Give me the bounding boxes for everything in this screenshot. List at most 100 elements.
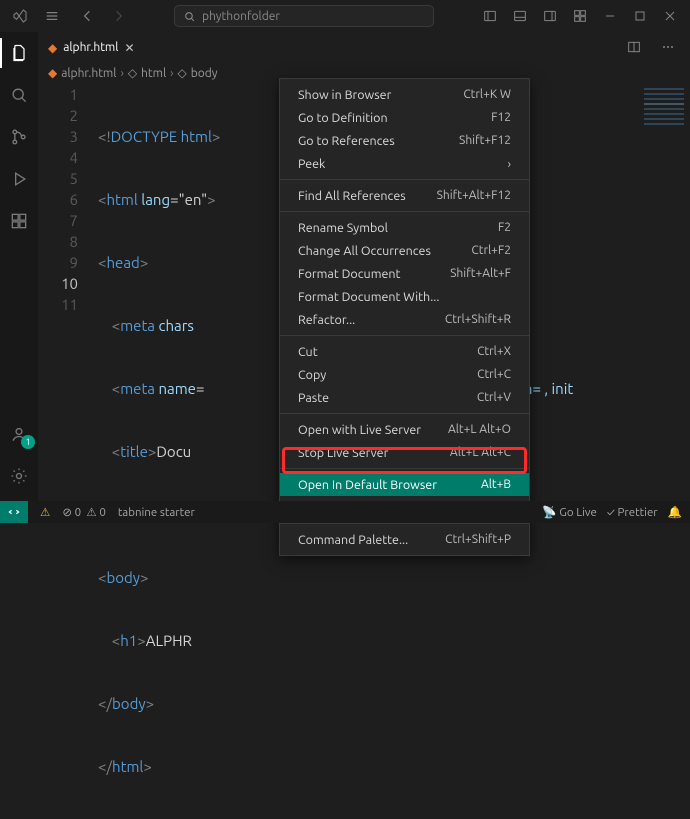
menu-item-shortcut: Ctrl+Shift+R [445,313,511,326]
menu-item[interactable]: Stop Live Server Alt+L Alt+C [280,441,529,464]
tab-bar: ◆ alphr.html ✕ [0,32,690,62]
breadcrumb-file: alphr.html [61,67,116,80]
nav-forward-icon[interactable] [104,2,132,30]
menu-item-label: Open with Live Server [298,423,421,437]
menu-item-label: Rename Symbol [298,221,388,235]
toggle-panel-right-icon[interactable] [536,2,564,30]
menu-item[interactable]: Format Document Shift+Alt+F [280,262,529,285]
menu-item-shortcut: Alt+L Alt+O [448,423,511,436]
menu-item-label: Stop Live Server [298,446,388,460]
menu-item[interactable]: Cut Ctrl+X [280,340,529,363]
command-center[interactable]: phythonfolder [132,5,476,27]
vscode-logo [6,2,34,30]
menu-item[interactable]: Go to References Shift+F12 [280,129,529,152]
line-number-gutter: 1234567891011 [38,84,94,315]
menu-item-shortcut: Ctrl+F2 [471,244,511,257]
nav-controls [74,2,132,30]
menu-item[interactable]: Paste Ctrl+V [280,386,529,409]
menu-item-label: Find All References [298,189,406,203]
window-close-icon[interactable] [656,2,684,30]
split-editor-icon[interactable] [620,33,648,61]
chevron-right-icon: › [120,67,123,80]
menu-item[interactable]: Open with Live Server Alt+L Alt+O [280,418,529,441]
titlebar-left [6,2,66,30]
menu-item[interactable]: Format Document With... [280,285,529,308]
menu-item-shortcut: F12 [491,111,511,124]
search-icon[interactable] [0,76,38,114]
menu-item-label: Command Palette... [298,533,408,547]
menu-item-shortcut: Ctrl+C [477,368,511,381]
menu-item[interactable]: Command Palette... Ctrl+Shift+P [280,528,529,551]
menu-item-shortcut: Shift+Alt+F12 [437,189,511,202]
warning-icon[interactable]: ⚠ [40,505,50,519]
menu-item-shortcut: Ctrl+V [477,391,511,404]
context-menu: Show in Browser Ctrl+K W Go to Definition F… [279,78,530,556]
menu-item[interactable]: Copy Ctrl+C [280,363,529,386]
menu-item[interactable]: Go to Definition F12 [280,106,529,129]
search-icon [183,10,196,23]
explorer-icon[interactable] [0,34,38,72]
notifications-icon[interactable]: 🔔 [668,505,682,519]
menu-item-shortcut: Ctrl+K W [463,88,511,101]
hamburger-menu-icon[interactable] [38,2,66,30]
window-minimize-icon[interactable] [596,2,624,30]
menu-item-label: Peek [298,157,325,171]
title-bar: phythonfolder [0,0,690,32]
menu-item-shortcut: Alt+L Alt+C [450,446,511,459]
breadcrumb-node: body [191,67,218,80]
remote-indicator[interactable] [0,501,28,523]
menu-item[interactable]: Open In Default Browser Alt+B [280,473,529,496]
nav-back-icon[interactable] [74,2,102,30]
menu-item-label: Refactor... [298,313,355,327]
menu-item-shortcut: Alt+B [481,478,511,491]
account-badge: 1 [21,435,35,449]
toggle-panel-bottom-icon[interactable] [506,2,534,30]
menu-item-label: Open In Default Browser [298,478,437,492]
html-file-icon: ◆ [48,41,57,55]
settings-gear-icon[interactable] [0,457,38,495]
problems-counter[interactable]: ⊘ 0 ⚠ 0 [62,505,106,519]
go-live-button[interactable]: 📡 Go Live [542,505,597,519]
menu-item-shortcut: Shift+Alt+F [450,267,511,280]
menu-item[interactable]: Show in Browser Ctrl+K W [280,83,529,106]
tab-close-icon[interactable]: ✕ [124,41,134,55]
menu-item-label: Go to Definition [298,111,388,125]
menu-item[interactable]: Find All References Shift+Alt+F12 [280,184,529,207]
menu-item-label: Change All Occurrences [298,244,431,258]
menu-item-label: Cut [298,345,318,359]
activity-bar: 1 [0,32,38,501]
prettier-status[interactable]: ✓ Prettier [607,506,658,519]
menu-item-shortcut: Ctrl+Shift+P [445,533,511,546]
chevron-right-icon: › [507,157,511,171]
menu-item-label: Format Document [298,267,400,281]
html-file-icon: ◆ [48,66,57,80]
menu-item-label: Copy [298,368,326,382]
extensions-icon[interactable] [0,202,38,240]
menu-item-label: Format Document With... [298,290,439,304]
window-maximize-icon[interactable] [626,2,654,30]
source-control-icon[interactable] [0,118,38,156]
menu-item-label: Show in Browser [298,88,391,102]
toggle-panel-left-icon[interactable] [476,2,504,30]
menu-item-shortcut: Shift+F12 [459,134,511,147]
account-icon[interactable]: 1 [0,415,38,453]
menu-item-label: Paste [298,391,329,405]
chevron-right-icon: › [170,67,173,80]
tab-label: alphr.html [63,41,118,54]
customize-layout-icon[interactable] [566,2,594,30]
tabnine-status[interactable]: tabnine starter [118,506,195,519]
editor-tab[interactable]: ◆ alphr.html ✕ [38,32,145,62]
menu-item[interactable]: Change All Occurrences Ctrl+F2 [280,239,529,262]
menu-item[interactable]: Rename Symbol F2 [280,216,529,239]
more-actions-icon[interactable] [654,33,682,61]
run-debug-icon[interactable] [0,160,38,198]
menu-item-label: Go to References [298,134,395,148]
menu-item-shortcut: F2 [498,221,511,234]
status-bar: ⚠ ⊘ 0 ⚠ 0 tabnine starter 📡 Go Live ✓ Pr… [0,501,690,523]
menu-item[interactable]: Refactor... Ctrl+Shift+R [280,308,529,331]
search-placeholder: phythonfolder [202,10,280,23]
menu-item[interactable]: Peek › [280,152,529,175]
breadcrumb-node: html [141,67,166,80]
layout-controls [476,2,684,30]
menu-item-shortcut: Ctrl+X [477,345,511,358]
